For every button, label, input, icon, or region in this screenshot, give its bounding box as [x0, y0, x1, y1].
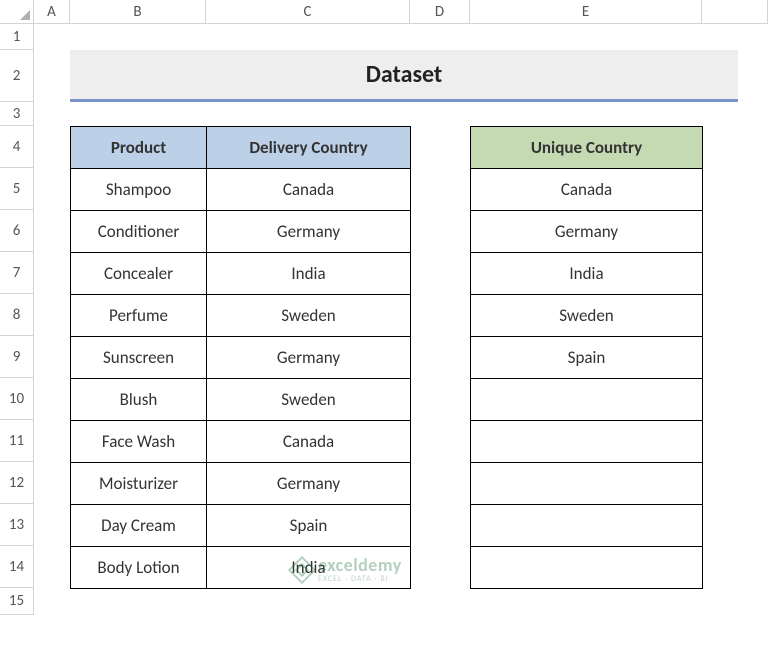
row-header[interactable]: 10 — [0, 378, 33, 420]
cell-delivery[interactable]: Germany — [207, 211, 411, 253]
cell-delivery[interactable]: India — [207, 253, 411, 295]
row-header[interactable]: 6 — [0, 210, 33, 252]
table-row: Germany — [471, 211, 703, 253]
row-header[interactable]: 1 — [0, 24, 33, 50]
cell-delivery[interactable]: Sweden — [207, 379, 411, 421]
table-row — [471, 547, 703, 589]
cell-delivery[interactable]: Spain — [207, 505, 411, 547]
cell-product[interactable]: Sunscreen — [71, 337, 207, 379]
cell-unique[interactable] — [471, 463, 703, 505]
cell-unique[interactable]: Germany — [471, 211, 703, 253]
table-header-row: Unique Country — [471, 127, 703, 169]
table-row: Day CreamSpain — [71, 505, 411, 547]
row-header[interactable]: 7 — [0, 252, 33, 294]
col-header-D[interactable]: D — [410, 0, 470, 23]
cell-unique[interactable]: India — [471, 253, 703, 295]
column-header-row: A B C D E — [0, 0, 768, 24]
table-row: SunscreenGermany — [71, 337, 411, 379]
cell-product[interactable]: Blush — [71, 379, 207, 421]
unique-country-table: Unique Country Canada Germany India Swed… — [470, 126, 703, 589]
row-header[interactable]: 11 — [0, 420, 33, 462]
table-row: Spain — [471, 337, 703, 379]
table-row — [471, 421, 703, 463]
row-header[interactable]: 2 — [0, 50, 33, 102]
cell-delivery[interactable]: Sweden — [207, 295, 411, 337]
cell-unique[interactable] — [471, 421, 703, 463]
cell-unique[interactable] — [471, 505, 703, 547]
col-header-C[interactable]: C — [206, 0, 410, 23]
col-header-F[interactable] — [702, 0, 768, 23]
watermark-logo-icon — [288, 555, 316, 583]
cell-unique[interactable] — [471, 379, 703, 421]
col-header-B[interactable]: B — [70, 0, 206, 23]
table-row: Canada — [471, 169, 703, 211]
table-row: ConcealerIndia — [71, 253, 411, 295]
header-product[interactable]: Product — [71, 127, 207, 169]
row-header[interactable]: 4 — [0, 126, 33, 168]
table-row: Face WashCanada — [71, 421, 411, 463]
cell-product[interactable]: Face Wash — [71, 421, 207, 463]
product-delivery-table: Product Delivery Country ShampooCanada C… — [70, 126, 411, 589]
cell-unique[interactable]: Spain — [471, 337, 703, 379]
dataset-title: Dataset — [70, 50, 738, 102]
cell-product[interactable]: Shampoo — [71, 169, 207, 211]
spreadsheet-cells[interactable]: Dataset Product Delivery Country Shampoo… — [34, 24, 768, 615]
cell-unique[interactable]: Canada — [471, 169, 703, 211]
cell-delivery[interactable]: Germany — [207, 337, 411, 379]
row-header[interactable]: 12 — [0, 462, 33, 504]
row-header[interactable]: 5 — [0, 168, 33, 210]
table-row: PerfumeSweden — [71, 295, 411, 337]
row-header[interactable]: 15 — [0, 588, 33, 615]
row-header[interactable]: 3 — [0, 102, 33, 126]
watermark-brand: exceldemy — [318, 554, 402, 576]
table-row — [471, 463, 703, 505]
cell-unique[interactable] — [471, 547, 703, 589]
table-row: MoisturizerGermany — [71, 463, 411, 505]
table-row: BlushSweden — [71, 379, 411, 421]
header-delivery-country[interactable]: Delivery Country — [207, 127, 411, 169]
cell-product[interactable]: Body Lotion — [71, 547, 207, 589]
col-header-A[interactable]: A — [34, 0, 70, 23]
row-header[interactable]: 8 — [0, 294, 33, 336]
cell-product[interactable]: Perfume — [71, 295, 207, 337]
cell-product[interactable]: Conditioner — [71, 211, 207, 253]
cell-product[interactable]: Moisturizer — [71, 463, 207, 505]
table-row: India — [471, 253, 703, 295]
table-row: Sweden — [471, 295, 703, 337]
select-all-corner[interactable] — [0, 0, 34, 23]
table-row: ConditionerGermany — [71, 211, 411, 253]
row-header-col: 1 2 3 4 5 6 7 8 9 10 11 12 13 14 15 — [0, 24, 34, 615]
table-header-row: Product Delivery Country — [71, 127, 411, 169]
cell-product[interactable]: Concealer — [71, 253, 207, 295]
cell-delivery[interactable]: Germany — [207, 463, 411, 505]
cell-delivery[interactable]: Canada — [207, 421, 411, 463]
table-row — [471, 379, 703, 421]
header-unique-country[interactable]: Unique Country — [471, 127, 703, 169]
table-row: ShampooCanada — [71, 169, 411, 211]
col-header-E[interactable]: E — [470, 0, 702, 23]
watermark-tagline: EXCEL · DATA · BI — [318, 575, 402, 583]
cell-delivery[interactable]: Canada — [207, 169, 411, 211]
cell-product[interactable]: Day Cream — [71, 505, 207, 547]
table-row — [471, 505, 703, 547]
row-header[interactable]: 14 — [0, 546, 33, 588]
cell-unique[interactable]: Sweden — [471, 295, 703, 337]
watermark: exceldemy EXCEL · DATA · BI — [292, 556, 402, 583]
row-header[interactable]: 13 — [0, 504, 33, 546]
row-header[interactable]: 9 — [0, 336, 33, 378]
